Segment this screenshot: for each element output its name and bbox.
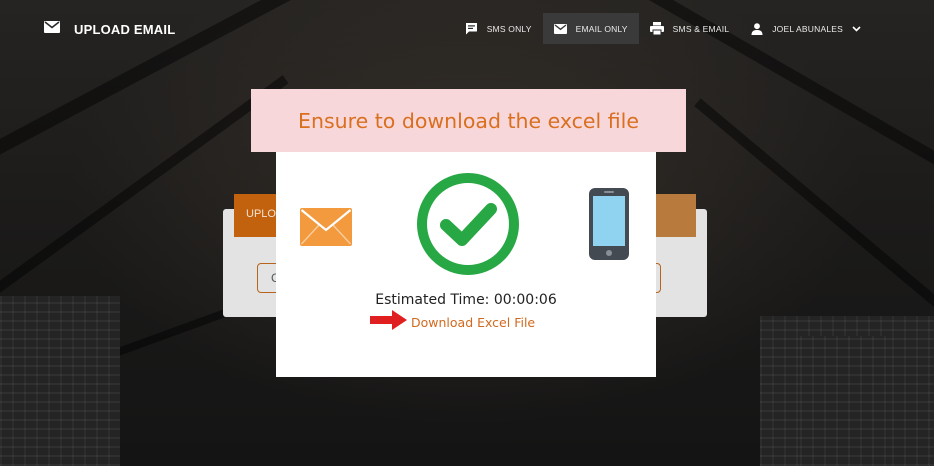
envelope-icon xyxy=(300,208,352,251)
arrow-right-icon xyxy=(370,309,408,336)
nav-sms-only-label: SMS ONLY xyxy=(486,23,532,34)
check-circle-icon xyxy=(416,172,520,281)
nav-email-only-label: EMAIL ONLY xyxy=(575,23,628,34)
alert-banner: Ensure to download the excel file xyxy=(251,89,686,152)
nav-menu: SMS ONLY EMAIL ONLY SMS & EMAIL JOEL ABU… xyxy=(454,13,872,44)
estimated-time: Estimated Time: 00:00:06 xyxy=(375,292,557,308)
user-name: JOEL ABUNALES xyxy=(772,23,843,34)
user-icon xyxy=(751,22,763,35)
envelope-icon xyxy=(44,20,60,38)
envelope-icon xyxy=(553,23,567,34)
page-title: UPLOAD EMAIL xyxy=(74,21,176,37)
nav-sms-and-email[interactable]: SMS & EMAIL xyxy=(639,13,741,44)
nav-sms-only[interactable]: SMS ONLY xyxy=(454,13,543,44)
user-menu[interactable]: JOEL ABUNALES xyxy=(740,13,872,44)
brand: UPLOAD EMAIL xyxy=(44,20,175,38)
sms-icon xyxy=(465,22,478,35)
download-excel-link[interactable]: Download Excel File xyxy=(411,315,535,330)
nav-sms-and-email-label: SMS & EMAIL xyxy=(672,23,730,34)
nav-email-only[interactable]: EMAIL ONLY xyxy=(542,13,639,44)
chevron-down-icon xyxy=(852,25,861,32)
download-row: Download Excel File xyxy=(370,309,535,336)
printer-icon xyxy=(649,22,664,35)
smartphone-icon xyxy=(588,187,630,266)
top-navbar: UPLOAD EMAIL SMS ONLY EMAIL ONLY SMS & E… xyxy=(0,0,934,58)
